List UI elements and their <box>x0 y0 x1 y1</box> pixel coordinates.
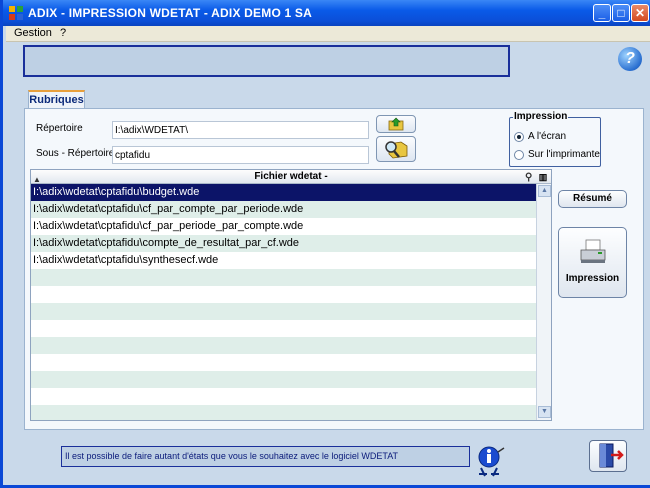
empty-table-row[interactable] <box>31 303 536 320</box>
column-chooser-icon[interactable]: ▥ <box>537 171 549 183</box>
exit-door-icon <box>599 443 624 468</box>
impression-legend: Impression <box>513 111 569 122</box>
menu-gestion[interactable]: Gestion <box>14 27 52 39</box>
radio-a-l-ecran[interactable]: A l'écran <box>514 131 600 144</box>
folder-up-icon <box>388 117 404 131</box>
menu-help[interactable]: ? <box>60 27 66 39</box>
folder-up-button[interactable] <box>376 115 416 133</box>
info-mascot-icon <box>478 446 505 477</box>
fichier-table: ▲ Fichier wdetat - ⚲ ▥ I:\adix\wdetat\cp… <box>30 169 552 421</box>
tab-rubriques[interactable]: Rubriques <box>28 90 85 109</box>
vertical-scrollbar[interactable]: ▲ ▼ <box>536 184 551 420</box>
info-banner <box>23 45 510 77</box>
radio-dot-selected <box>514 132 524 142</box>
adix-app-icon <box>9 6 23 20</box>
window-title: ADIX - IMPRESSION WDETAT - ADIX DEMO 1 S… <box>28 6 312 20</box>
empty-table-row[interactable] <box>31 320 536 337</box>
title-bar[interactable]: ADIX - IMPRESSION WDETAT - ADIX DEMO 1 S… <box>3 0 650 26</box>
minimize-button[interactable]: _ <box>593 4 611 22</box>
table-row[interactable]: I:\adix\wdetat\cptafidu\budget.wde <box>31 184 536 201</box>
help-icon[interactable]: ? <box>618 47 642 71</box>
menu-gestion-label: Gestion <box>14 27 52 39</box>
repertoire-label: Répertoire <box>36 123 83 134</box>
rubriques-panel: Répertoire I:\adix\WDETAT\ Sous - Répert… <box>24 108 644 430</box>
resume-button[interactable]: Résumé <box>558 190 627 208</box>
table-row[interactable]: I:\adix\wdetat\cptafidu\cf_par_periode_p… <box>31 218 536 235</box>
main-window: ADIX - IMPRESSION WDETAT - ADIX DEMO 1 S… <box>0 0 650 488</box>
impression-button-label: Impression <box>565 273 620 284</box>
printer-icon <box>580 239 605 263</box>
empty-table-row[interactable] <box>31 388 536 405</box>
empty-table-row[interactable] <box>31 405 536 420</box>
menu-bar: Gestion ? <box>6 26 650 42</box>
client-area: ? Rubriques Répertoire I:\adix\WDETAT\ S… <box>6 42 650 485</box>
table-row[interactable]: I:\adix\wdetat\cptafidu\cf_par_compte_pa… <box>31 201 536 218</box>
empty-table-row[interactable] <box>31 286 536 303</box>
table-header[interactable]: ▲ Fichier wdetat - ⚲ ▥ <box>31 170 551 184</box>
exit-button[interactable] <box>589 440 627 472</box>
table-body: I:\adix\wdetat\cptafidu\budget.wde I:\adi… <box>31 184 536 420</box>
scroll-down-button[interactable]: ▼ <box>538 406 551 418</box>
empty-table-row[interactable] <box>31 337 536 354</box>
search-icon[interactable]: ⚲ <box>525 171 532 184</box>
close-button[interactable]: ✕ <box>631 4 649 22</box>
empty-table-row[interactable] <box>31 269 536 286</box>
status-message: Il est possible de faire autant d'états … <box>61 446 470 467</box>
radio-sur-l-imprimante-label: Sur l'imprimante <box>528 149 600 160</box>
radio-a-l-ecran-label: A l'écran <box>528 131 567 142</box>
column-header-fichier: Fichier wdetat - <box>254 171 328 182</box>
sous-repertoire-label: Sous - Répertoire <box>36 148 115 159</box>
folder-search-icon <box>385 141 408 159</box>
table-row[interactable]: I:\adix\wdetat\cptafidu\synthesecf.wde <box>31 252 536 269</box>
maximize-button[interactable]: □ <box>612 4 630 22</box>
radio-dot <box>514 150 524 160</box>
table-row[interactable]: I:\adix\wdetat\cptafidu\compte_de_result… <box>31 235 536 252</box>
empty-table-row[interactable] <box>31 371 536 388</box>
empty-table-row[interactable] <box>31 354 536 371</box>
sous-repertoire-field[interactable]: cptafidu <box>112 146 369 164</box>
folder-search-button[interactable] <box>376 136 416 162</box>
impression-button[interactable]: Impression <box>558 227 627 298</box>
radio-sur-l-imprimante[interactable]: Sur l'imprimante <box>514 149 600 162</box>
impression-group: Impression A l'écran Sur l'imprimante <box>509 111 601 167</box>
scroll-up-button[interactable]: ▲ <box>538 185 551 197</box>
repertoire-field[interactable]: I:\adix\WDETAT\ <box>112 121 369 139</box>
